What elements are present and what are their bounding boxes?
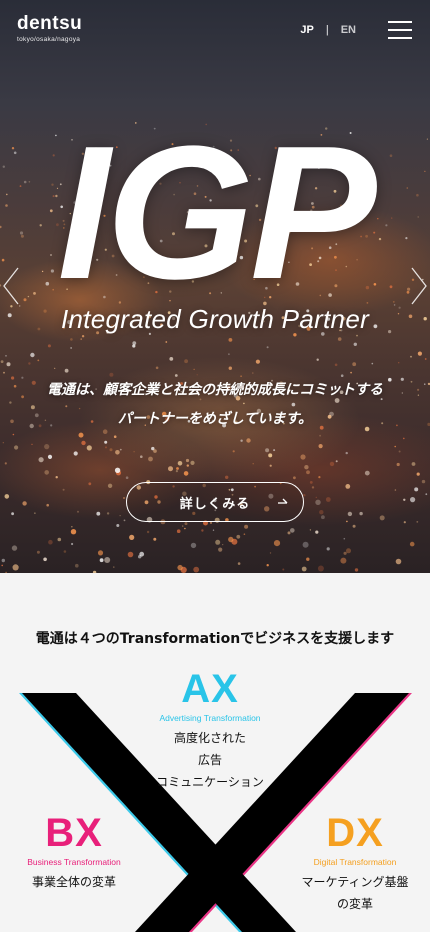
dx-block[interactable]: DX Digital Transformation マーケティング基盤 の変革 (290, 813, 420, 915)
ax-desc-line3: コミュニケーション (156, 775, 264, 789)
hero-lead: 電通は、顧客企業と社会の持続的成長にコミットする パートナーをめざしています。 (0, 376, 430, 434)
dentsu-logo[interactable]: dentsu tokyo/osaka/nagoya (17, 13, 82, 43)
dx-desc-line2: の変革 (336, 897, 373, 911)
hero-subtitle: Integrated Growth Partner (60, 304, 370, 334)
bx-english: Business Transformation (27, 857, 121, 867)
lang-separator: | (325, 24, 329, 36)
logo-name: dentsu (17, 13, 83, 34)
lang-jp-link[interactable]: JP (300, 24, 313, 36)
ax-code: AX (181, 667, 239, 711)
dx-description: マーケティング基盤 の変革 (290, 871, 420, 915)
bx-block[interactable]: BX Business Transformation 事業全体の変革 (8, 813, 140, 893)
bx-description: 事業全体の変革 (8, 871, 140, 893)
transformation-heading: 電通は４つのTransformationでビジネスを支援します (35, 631, 395, 647)
ax-desc-line2: 広告 (197, 753, 222, 767)
dx-code: DX (326, 811, 384, 855)
chevron-right-icon[interactable] (410, 266, 428, 306)
hero-lead-line2: パートナーをめざしています。 (117, 411, 313, 427)
ax-english: Advertising Transformation (159, 713, 261, 723)
logo-subtitle: tokyo/osaka/nagoya (17, 36, 81, 43)
menu-icon[interactable] (388, 21, 412, 39)
learn-more-label: 詳しくみる (179, 496, 251, 512)
hero-section: dentsu tokyo/osaka/nagoya JP | EN IGP In… (0, 0, 430, 573)
language-switcher: JP | EN (300, 24, 356, 36)
dx-english: Digital Transformation (313, 857, 397, 867)
dx-desc-line1: マーケティング基盤 (301, 875, 409, 889)
ax-description: 高度化された 広告 コミュニケーション (110, 727, 310, 793)
hero-title: IGP (57, 107, 376, 319)
lang-en-link[interactable]: EN (341, 24, 356, 36)
ax-block[interactable]: AX Advertising Transformation 高度化された 広告 … (110, 669, 310, 793)
transformation-section: 電通は４つのTransformationでビジネスを支援します AX Adver… (0, 573, 430, 932)
bx-code: BX (45, 811, 103, 855)
arrow-right-icon (278, 498, 288, 504)
learn-more-button[interactable]: 詳しくみる (126, 482, 304, 522)
bx-desc-line1: 事業全体の変革 (31, 875, 116, 889)
chevron-left-icon[interactable] (2, 266, 20, 306)
hero-lead-line1: 電通は、顧客企業と社会の持続的成長にコミットする (47, 382, 383, 398)
ax-desc-line1: 高度化された (173, 731, 246, 745)
